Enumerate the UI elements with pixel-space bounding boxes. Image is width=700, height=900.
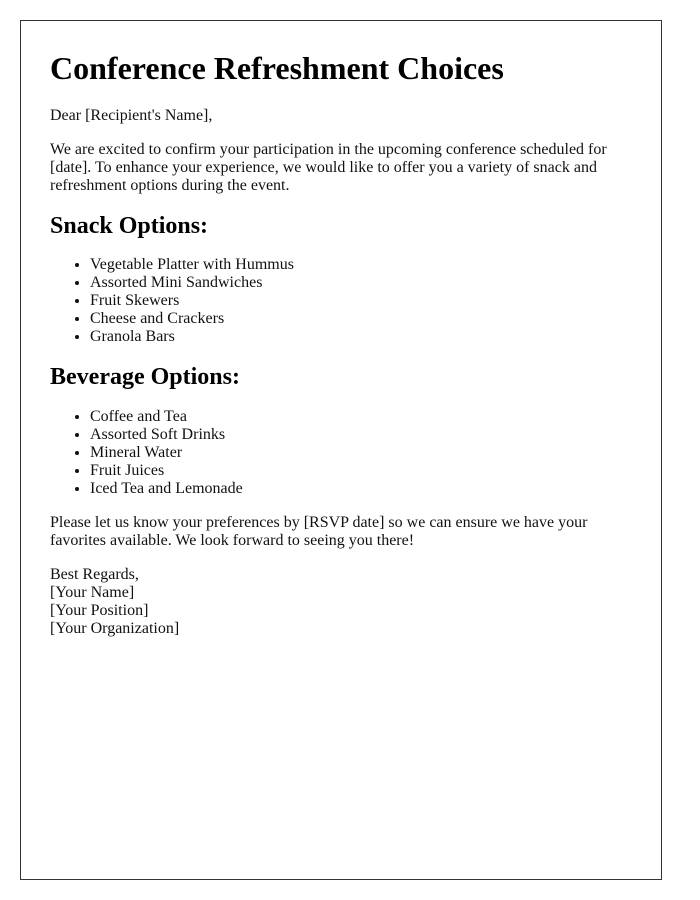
beverage-options-list: Coffee and Tea Assorted Soft Drinks Mine…: [50, 408, 632, 498]
intro-paragraph: We are excited to confirm your participa…: [50, 140, 607, 194]
sender-position: [Your Position]: [50, 601, 149, 619]
letter-container: Conference Refreshment Choices Dear [Rec…: [20, 20, 662, 880]
greeting: Dear [Recipient's Name],: [50, 106, 213, 124]
list-item: Fruit Skewers: [90, 292, 632, 310]
snack-options-list: Vegetable Platter with Hummus Assorted M…: [50, 256, 632, 346]
snack-options-heading: Snack Options:: [50, 212, 209, 239]
list-item: Cheese and Crackers: [90, 310, 632, 328]
list-item: Iced Tea and Lemonade: [90, 480, 632, 498]
list-item: Assorted Soft Drinks: [90, 426, 632, 444]
list-item: Vegetable Platter with Hummus: [90, 256, 632, 274]
list-item: Mineral Water: [90, 444, 632, 462]
beverage-options-heading: Beverage Options:: [50, 364, 240, 391]
list-item: Coffee and Tea: [90, 408, 632, 426]
page-title: Conference Refreshment Choices: [50, 50, 504, 86]
closing-paragraph: Please let us know your preferences by […: [50, 513, 588, 549]
signature-block: Best Regards, [Your Name] [Your Position…: [50, 566, 632, 638]
sender-name: [Your Name]: [50, 583, 135, 601]
list-item: Fruit Juices: [90, 462, 632, 480]
sign-off: Best Regards,: [50, 565, 139, 583]
list-item: Assorted Mini Sandwiches: [90, 274, 632, 292]
list-item: Granola Bars: [90, 328, 632, 346]
sender-organization: [Your Organization]: [50, 619, 180, 637]
